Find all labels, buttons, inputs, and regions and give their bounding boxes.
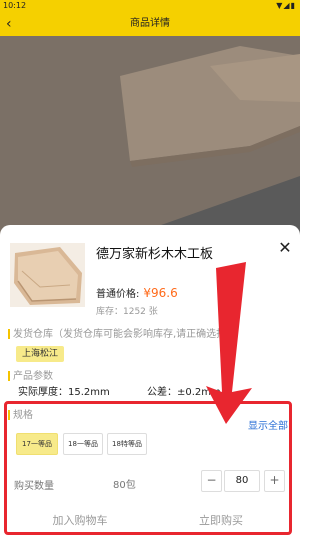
params-label: 产品参数 <box>13 371 53 382</box>
back-arrow-icon[interactable]: ‹ <box>6 14 26 34</box>
spec-option[interactable]: 18一等品 <box>63 433 103 455</box>
page-title: 商品详情 <box>130 18 170 29</box>
spec-label: 规格 <box>13 410 33 421</box>
spec-selection-sheet: 德万家新杉木木工板 ✕ 普通价格: ¥96.6 库存：1252 张 发货仓库（发货… <box>0 225 300 538</box>
price-value: ¥96.6 <box>143 286 178 300</box>
product-name: 德万家新杉木木工板 <box>96 247 214 262</box>
section-marker <box>8 410 10 420</box>
spec-option[interactable]: 17一等品 <box>16 433 58 455</box>
stock-count: 库存：1252 张 <box>96 307 158 317</box>
quantity-label: 购买数量 <box>14 481 54 492</box>
params-section: 产品参数 <box>8 367 53 382</box>
spec-option[interactable]: 18特等品 <box>107 433 147 455</box>
quantity-input[interactable]: 80 <box>224 470 260 492</box>
warehouse-label: 发货仓库（发货仓库可能会影响库存,请正确选择) <box>13 329 231 340</box>
show-all-link[interactable]: 显示全部 <box>248 417 288 432</box>
decrement-button[interactable]: − <box>201 470 222 492</box>
buy-now-button[interactable]: 立即购买 <box>152 508 290 534</box>
warehouse-section: 发货仓库（发货仓库可能会影响库存,请正确选择) <box>8 325 288 340</box>
warehouse-option-selected[interactable]: 上海松江 <box>16 346 65 362</box>
section-marker <box>8 371 10 381</box>
price-row: 普通价格: ¥96.6 <box>96 285 178 300</box>
product-hero-image <box>0 36 300 236</box>
header: 商品详情 ‹ <box>0 12 300 36</box>
thickness-value: 实际厚度：15.2mm <box>18 387 110 398</box>
close-icon[interactable]: ✕ <box>276 239 294 257</box>
section-marker <box>8 329 10 339</box>
status-bar: 10:12 ▼◢▮ <box>0 0 300 12</box>
tolerance-value: 公差：±0.2mm <box>147 387 221 398</box>
price-label: 普通价格: <box>96 289 140 300</box>
product-thumbnail <box>10 243 85 307</box>
status-icons: ▼◢▮ <box>276 1 296 10</box>
add-to-cart-button[interactable]: 加入购物车 <box>10 508 150 534</box>
pack-count: 80包 <box>113 480 136 491</box>
spec-section: 规格 <box>8 406 33 421</box>
increment-button[interactable]: + <box>264 470 285 492</box>
status-time: 10:12 <box>3 1 27 10</box>
